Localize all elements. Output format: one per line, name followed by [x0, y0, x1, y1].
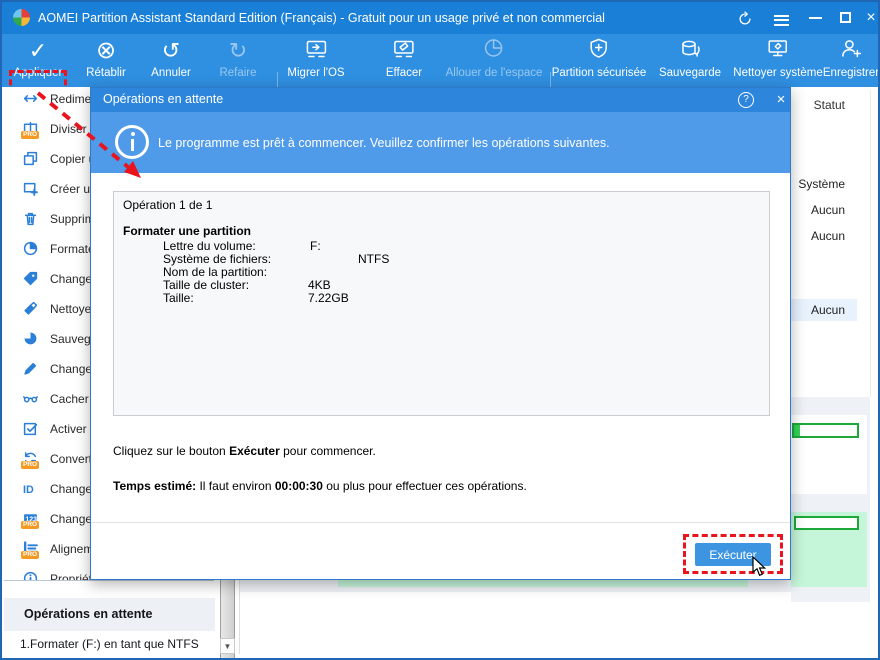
- dialog-close-icon[interactable]: ×: [771, 90, 791, 110]
- window-title: AOMEI Partition Assistant Standard Editi…: [38, 11, 605, 25]
- register-icon: [823, 36, 878, 66]
- redo-icon: ↻: [228, 38, 248, 63]
- delete-icon: [23, 211, 38, 226]
- detail-label: Taille de cluster:: [163, 278, 250, 292]
- estimate-text: Temps estimé: Il faut environ 00:00:30 o…: [113, 479, 527, 493]
- instruction-text: Cliquez sur le bouton Exécuter pour comm…: [113, 444, 376, 458]
- toolbar-button-refaire: ↻ Refaire: [219, 38, 257, 79]
- toolbar-button-partition-securisee[interactable]: Partition sécurisée: [552, 36, 647, 86]
- status-value: Aucun: [810, 203, 845, 217]
- copy-icon: [23, 151, 38, 166]
- toolbar: ✓ Appliquer ⊗ Rétablir ↺ Annuler ↻ Refai…: [2, 34, 878, 123]
- pending-operations-header: Opérations en attente: [4, 598, 215, 631]
- toolbar-button-annuler[interactable]: ↺ Annuler: [151, 36, 191, 86]
- toolbar-button-retablir[interactable]: ⊗ Rétablir: [86, 36, 126, 86]
- label-icon: [23, 361, 38, 376]
- toolbar-button-nettoyer-systeme[interactable]: Nettoyer système: [733, 36, 823, 86]
- app-logo-icon: [13, 9, 30, 26]
- toolbar-button-migrer-os[interactable]: Migrer l'OS: [287, 36, 345, 86]
- info-icon: [115, 125, 149, 159]
- partition-usage-bar: [794, 516, 859, 530]
- title-bar: AOMEI Partition Assistant Standard Editi…: [2, 2, 878, 34]
- wipe-icon: [23, 301, 38, 316]
- create-icon: [23, 181, 38, 196]
- detail-value: NTFS: [358, 252, 390, 266]
- activate-icon: [23, 421, 38, 436]
- status-value: Aucun: [810, 303, 845, 317]
- toolbar-button-effacer[interactable]: Effacer: [386, 36, 422, 86]
- clean-system-icon: [733, 36, 822, 66]
- status-column-header: Statut: [813, 98, 845, 112]
- discard-icon: ⊗: [95, 37, 117, 64]
- dialog-title-bar: Opérations en attente ? ×: [91, 88, 790, 112]
- properties-icon: [23, 571, 38, 580]
- close-icon[interactable]: ×: [858, 2, 878, 34]
- menu-icon[interactable]: [768, 2, 794, 34]
- format-icon: [23, 241, 38, 256]
- detail-label: Nom de la partition:: [163, 265, 268, 279]
- pending-operations-dialog: Opérations en attente ? × Le programme e…: [90, 87, 791, 580]
- resize-icon: [23, 91, 38, 106]
- id-icon: ID: [23, 481, 38, 496]
- table-column-divider: [870, 90, 871, 397]
- wipe-drive-icon: [386, 36, 422, 66]
- toolbar-button-sauvegarde[interactable]: Sauvegarde: [659, 36, 721, 86]
- operation-index: Opération 1 de 1: [123, 198, 213, 212]
- undo-icon: ↺: [161, 38, 181, 63]
- detail-label: Taille:: [163, 291, 194, 305]
- annotation-highlight-execute: [683, 534, 783, 574]
- detail-value: 7.22GB: [308, 291, 349, 305]
- app-window: AOMEI Partition Assistant Standard Editi…: [0, 0, 880, 660]
- banner-message: Le programme est prêt à commencer. Veuil…: [158, 136, 610, 150]
- hide-icon: [23, 391, 38, 406]
- allocate-space-icon: [446, 36, 543, 66]
- secure-partition-icon: [552, 36, 647, 66]
- pending-operation-item[interactable]: 1.Formater (F:) en tant que NTFS: [4, 631, 215, 655]
- operation-name: Formater une partition: [123, 224, 252, 238]
- detail-label: Lettre du volume:: [163, 239, 256, 253]
- backup-icon: [659, 36, 721, 66]
- minimize-icon[interactable]: [802, 2, 828, 34]
- drive-letter-icon: [23, 271, 38, 286]
- migrate-os-icon: [287, 36, 344, 66]
- dialog-title: Opérations en attente: [103, 92, 224, 106]
- partition-block-selected[interactable]: [791, 512, 867, 587]
- detail-value: 4KB: [308, 278, 331, 292]
- detail-label: Système de fichiers:: [163, 252, 272, 266]
- toolbar-button-enregistrer[interactable]: Enregistrer: [823, 36, 878, 86]
- dialog-banner: Le programme est prêt à commencer. Veuil…: [91, 112, 790, 173]
- partition-used-space: [794, 425, 800, 436]
- svg-text:ID: ID: [23, 484, 34, 496]
- scrollbar-down-arrow-icon[interactable]: ▼: [220, 638, 235, 654]
- detail-value: F:: [310, 239, 321, 253]
- partition-usage-bar: [792, 423, 859, 438]
- help-icon[interactable]: ?: [738, 92, 754, 108]
- status-value: Système: [798, 177, 845, 191]
- partition-block[interactable]: [791, 415, 867, 494]
- toolbar-button-allouer-espace: Allouer de l'espace: [446, 36, 543, 86]
- maximize-icon[interactable]: [832, 2, 858, 34]
- refresh-icon[interactable]: [732, 2, 758, 34]
- backup-partition-icon: [23, 331, 38, 346]
- status-value: Aucun: [810, 229, 845, 243]
- dialog-footer-divider: [91, 522, 790, 523]
- check-icon: ✓: [28, 38, 48, 63]
